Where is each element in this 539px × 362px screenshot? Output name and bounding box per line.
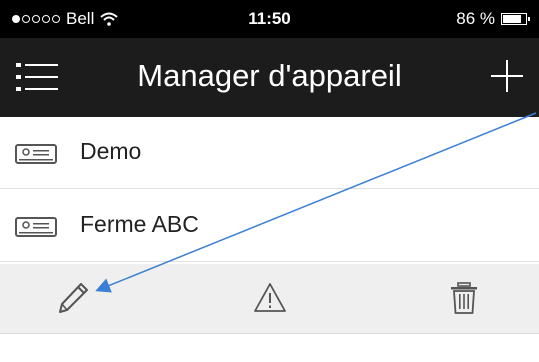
page-title: Manager d'appareil [137, 58, 402, 93]
trash-icon[interactable] [446, 280, 482, 316]
row-action-bar [0, 264, 539, 334]
battery-percent: 86 % [456, 9, 495, 28]
device-label: Demo [80, 138, 142, 164]
plus-icon[interactable] [487, 56, 527, 96]
pencil-icon[interactable] [55, 280, 91, 316]
device-row-demo[interactable]: Demo [0, 117, 539, 189]
empty-list-area [0, 334, 539, 362]
battery-icon [501, 13, 530, 25]
status-right: 86 % [456, 9, 530, 29]
warning-icon[interactable] [252, 280, 288, 316]
device-icon [15, 144, 57, 164]
device-label: Ferme ABC [80, 211, 199, 237]
status-bar: Bell 11:50 86 % [0, 0, 539, 38]
nav-bar: Manager d'appareil [0, 38, 539, 117]
device-icon [15, 217, 57, 237]
device-row-ferme-abc[interactable]: Ferme ABC [0, 190, 539, 262]
